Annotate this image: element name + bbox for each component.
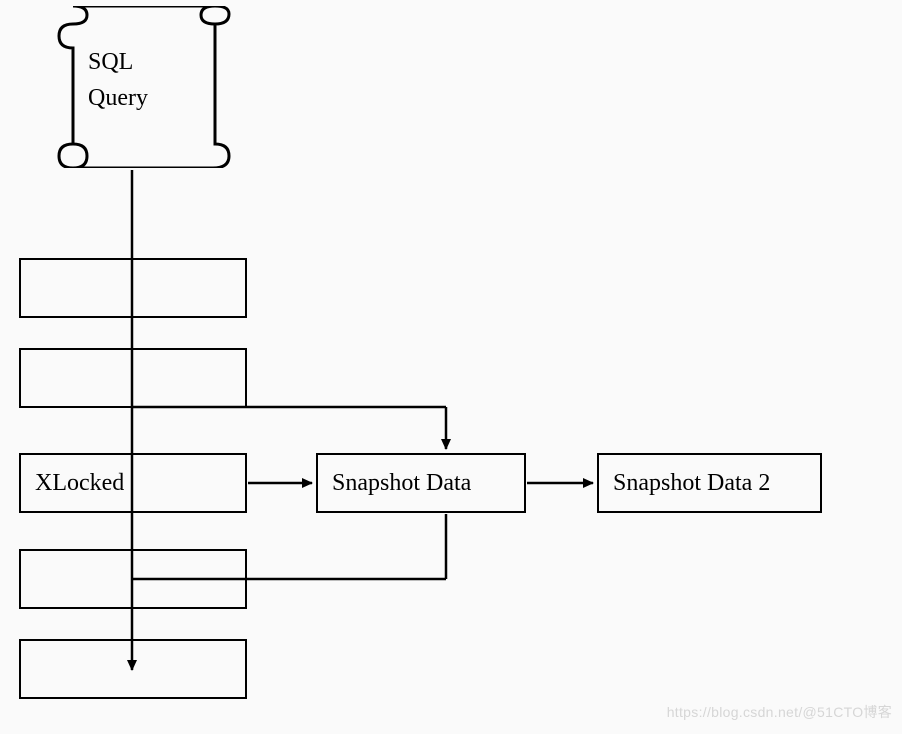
- snapshot-data-2-box: Snapshot Data 2: [597, 453, 822, 513]
- snapshot-data-box: Snapshot Data: [316, 453, 526, 513]
- row-box-1: [19, 258, 247, 318]
- row-box-2: [19, 348, 247, 408]
- row-box-5: [19, 639, 247, 699]
- scroll-line2: Query: [88, 80, 148, 116]
- snapshot-data-2-label: Snapshot Data 2: [613, 470, 770, 497]
- xlocked-box: XLocked: [19, 453, 247, 513]
- scroll-label: SQL Query: [88, 44, 148, 116]
- row-box-4: [19, 549, 247, 609]
- snapshot-data-label: Snapshot Data: [332, 470, 471, 497]
- watermark: https://blog.csdn.net/@51CTO博客: [667, 702, 892, 722]
- xlocked-label: XLocked: [35, 470, 124, 497]
- scroll-line1: SQL: [88, 44, 148, 80]
